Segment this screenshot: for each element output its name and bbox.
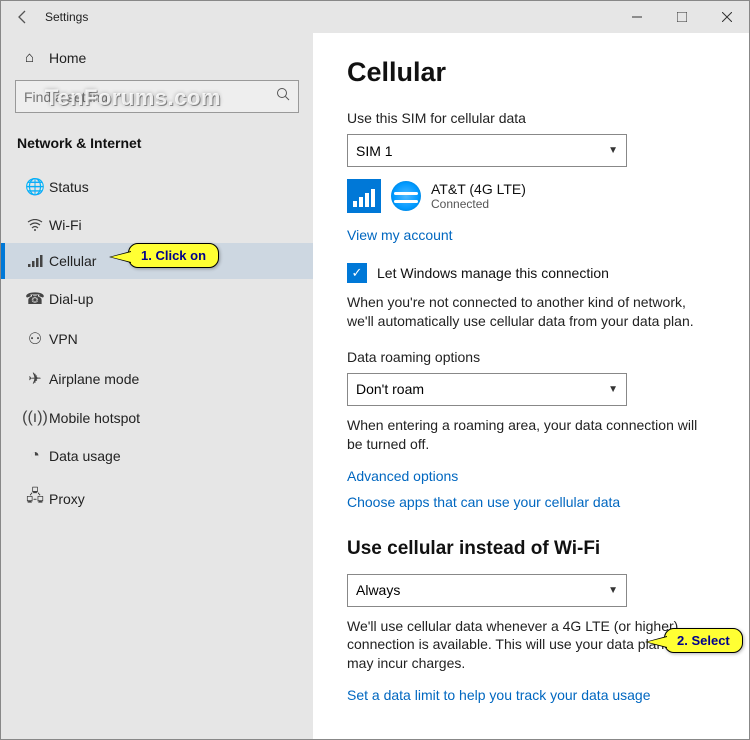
title-bar: Settings xyxy=(1,1,749,33)
sidebar-item-dialup[interactable]: ☎ Dial-up xyxy=(1,279,313,319)
sim-label: Use this SIM for cellular data xyxy=(347,110,715,126)
close-button[interactable] xyxy=(704,1,749,33)
vpn-icon: ⚇ xyxy=(21,329,49,349)
signal-icon xyxy=(347,179,381,213)
annotation-callout-1: 1. Click on xyxy=(128,243,219,268)
sidebar-item-wifi[interactable]: Wi-Fi xyxy=(1,207,313,243)
choose-apps-link[interactable]: Choose apps that can use your cellular d… xyxy=(347,494,715,510)
home-icon: ⌂ xyxy=(25,49,49,66)
network-name: AT&T (4G LTE) xyxy=(431,181,526,197)
search-input[interactable] xyxy=(24,89,276,105)
att-logo-icon xyxy=(391,181,421,211)
view-account-link[interactable]: View my account xyxy=(347,227,453,243)
roaming-label: Data roaming options xyxy=(347,349,715,365)
section-use-cellular: Use cellular instead of Wi-Fi xyxy=(347,538,715,560)
advanced-options-link[interactable]: Advanced options xyxy=(347,468,715,484)
manage-connection-desc: When you're not connected to another kin… xyxy=(347,293,715,331)
section-header: Network & Internet xyxy=(1,127,313,167)
sidebar-item-vpn[interactable]: ⚇ VPN xyxy=(1,319,313,359)
page-heading: Cellular xyxy=(347,57,715,88)
sidebar: ⌂ Home TenForums.com Network & Internet … xyxy=(1,33,313,739)
cellular-icon xyxy=(21,254,49,268)
home-label: Home xyxy=(49,50,86,66)
home-nav[interactable]: ⌂ Home xyxy=(1,39,313,76)
back-button[interactable] xyxy=(1,9,45,25)
dialup-icon: ☎ xyxy=(21,289,49,309)
app-title: Settings xyxy=(45,10,88,24)
manage-connection-checkbox[interactable]: ✓ xyxy=(347,263,367,283)
chevron-down-icon: ▼ xyxy=(608,145,618,156)
globe-icon: 🌐 xyxy=(21,177,49,197)
sidebar-item-datausage[interactable]: ◔ Data usage xyxy=(1,437,313,475)
sim-dropdown[interactable]: SIM 1 ▼ xyxy=(347,134,627,167)
minimize-button[interactable] xyxy=(614,1,659,33)
sidebar-item-status[interactable]: 🌐 Status xyxy=(1,167,313,207)
chevron-down-icon: ▼ xyxy=(608,585,618,596)
roaming-dropdown[interactable]: Don't roam ▼ xyxy=(347,373,627,406)
search-box[interactable] xyxy=(15,80,299,113)
manage-connection-label: Let Windows manage this connection xyxy=(377,265,609,281)
sidebar-item-airplane[interactable]: ✈ Airplane mode xyxy=(1,359,313,399)
airplane-icon: ✈ xyxy=(21,369,49,389)
sidebar-item-proxy[interactable]: 🖧 Proxy xyxy=(1,475,313,522)
maximize-button[interactable] xyxy=(659,1,704,33)
wifi-icon xyxy=(21,219,49,231)
network-tile[interactable]: AT&T (4G LTE) Connected xyxy=(347,179,715,213)
proxy-icon: 🖧 xyxy=(21,485,49,512)
search-icon xyxy=(276,87,290,106)
data-limit-link[interactable]: Set a data limit to help you track your … xyxy=(347,687,651,703)
annotation-callout-2: 2. Select xyxy=(664,628,743,653)
sidebar-item-hotspot[interactable]: ((ı)) Mobile hotspot xyxy=(1,399,313,437)
roaming-desc: When entering a roaming area, your data … xyxy=(347,416,715,454)
hotspot-icon: ((ı)) xyxy=(21,409,49,427)
chevron-down-icon: ▼ xyxy=(608,384,618,395)
network-status: Connected xyxy=(431,197,526,211)
use-cellular-dropdown[interactable]: Always ▼ xyxy=(347,574,627,607)
datausage-icon: ◔ xyxy=(21,447,49,465)
